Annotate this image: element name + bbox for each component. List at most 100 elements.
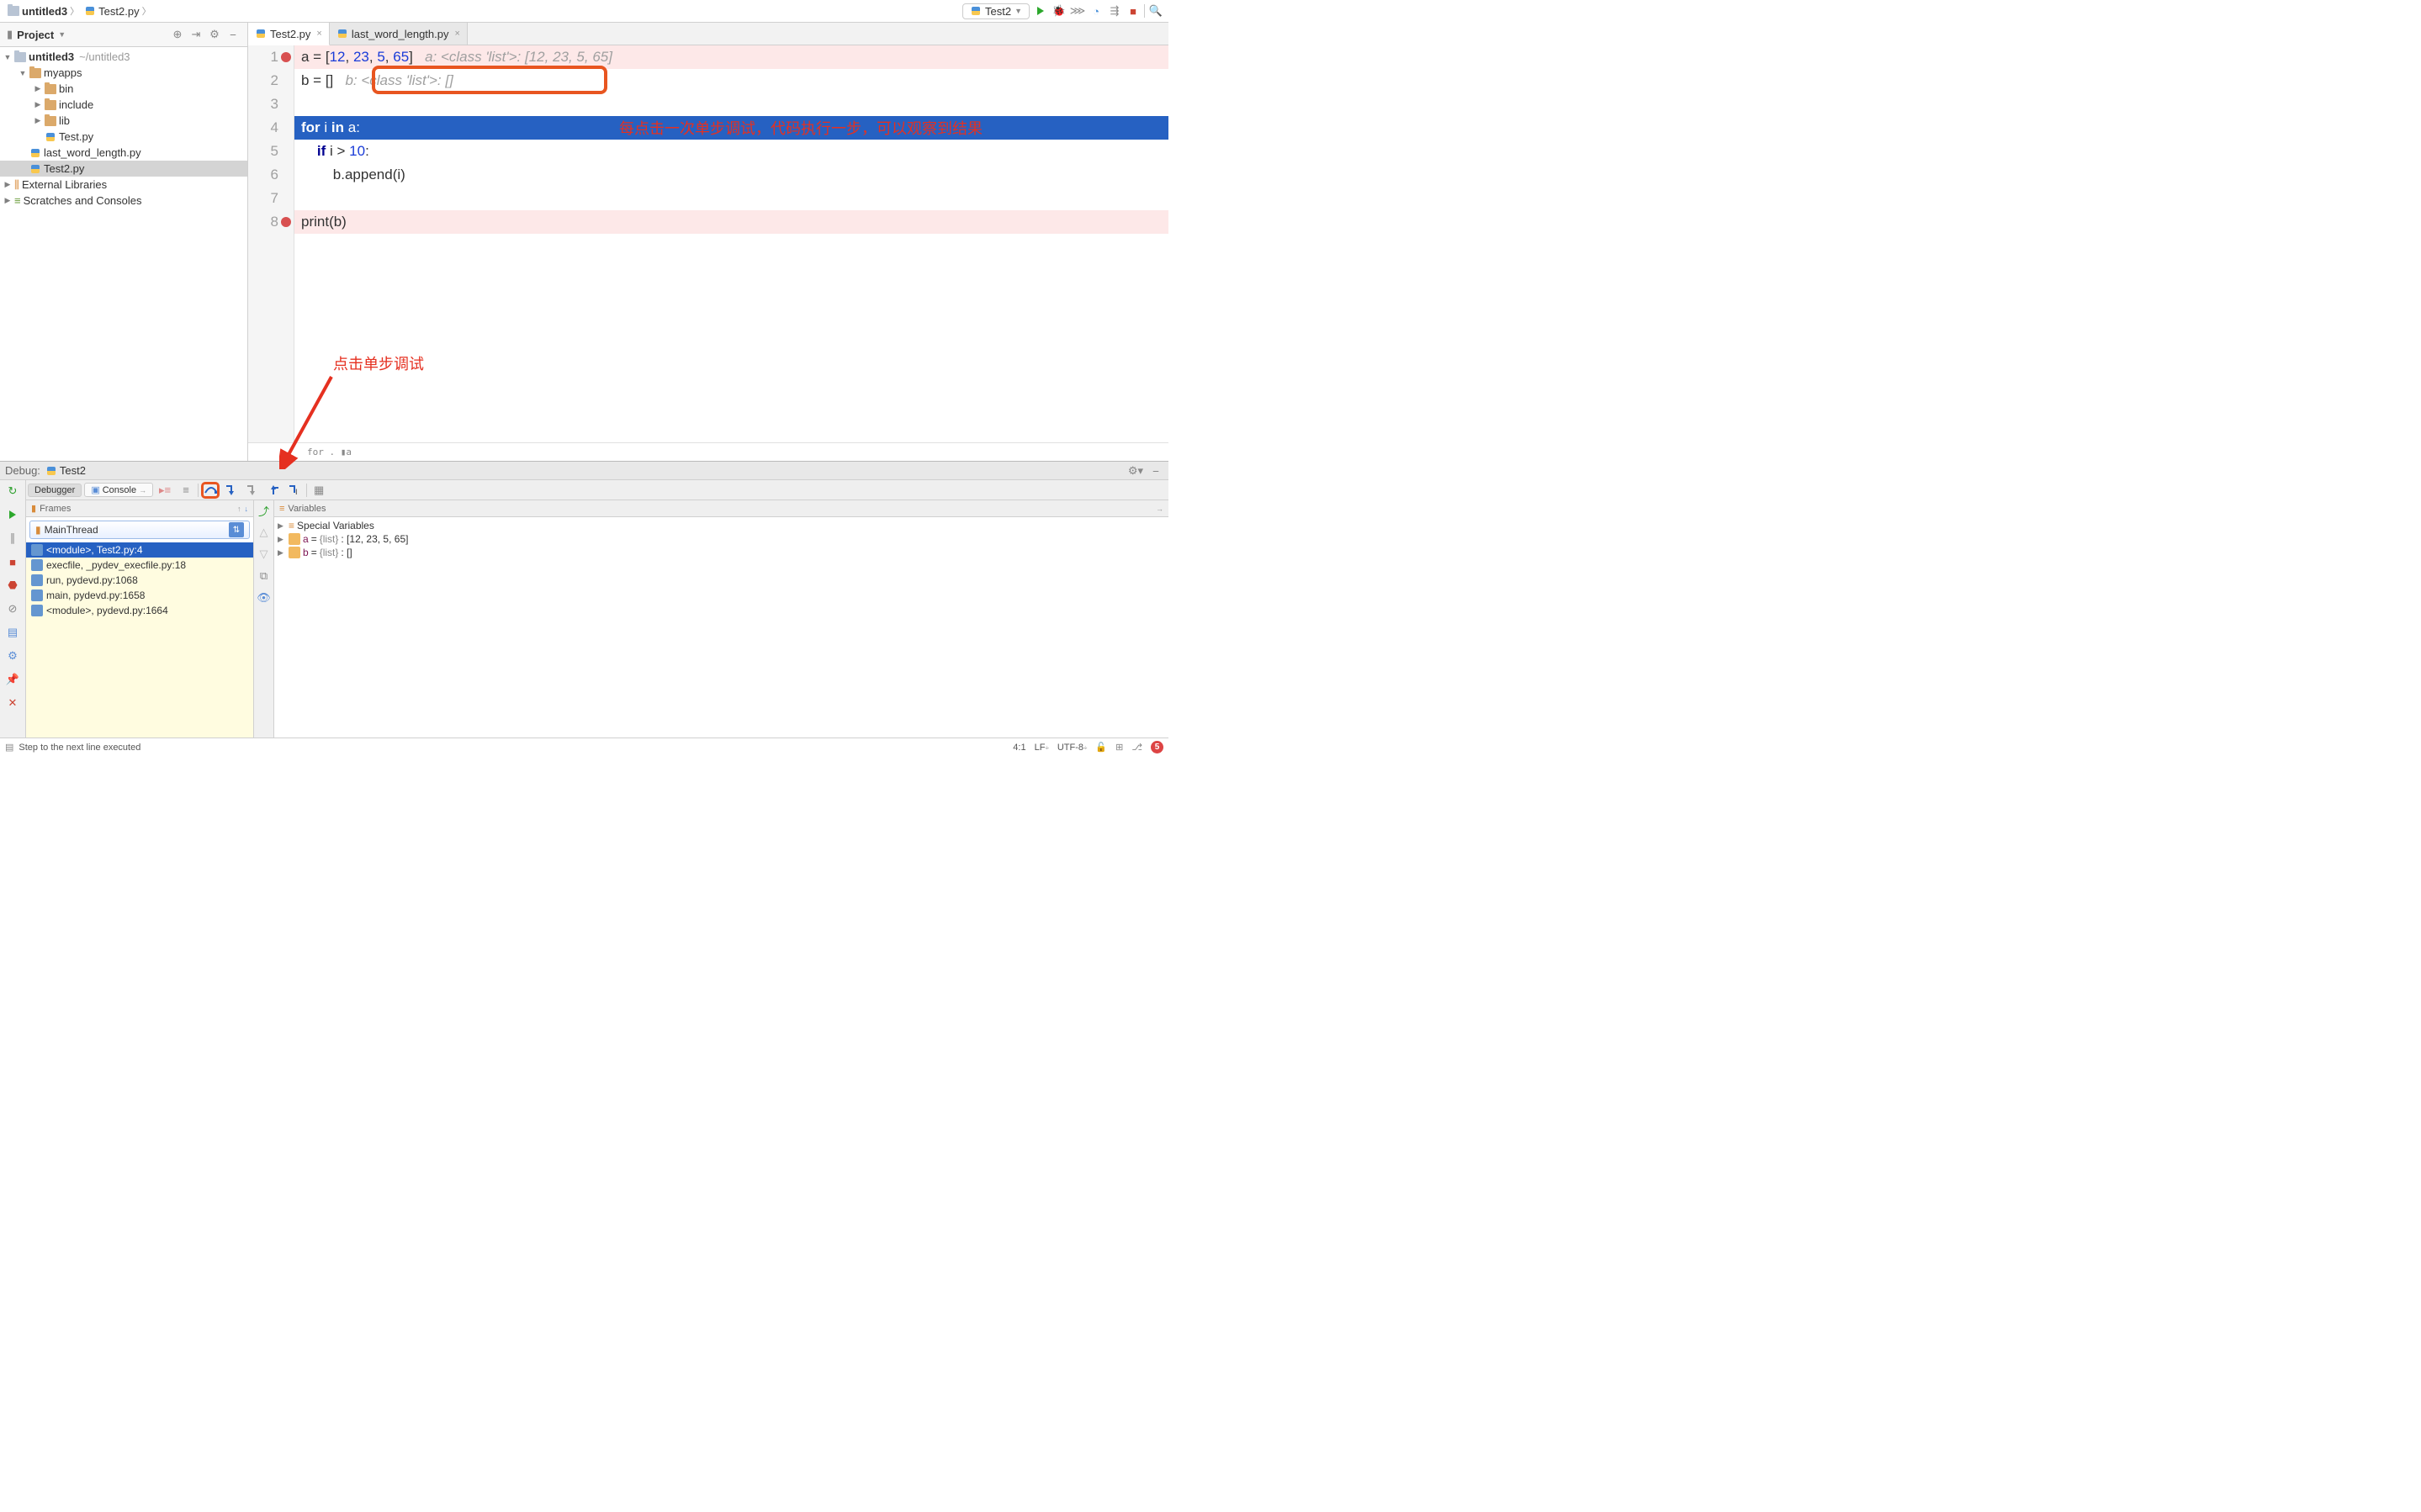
rerun-button[interactable]: ↻	[5, 484, 20, 499]
run-coverage-button[interactable]: ⋙	[1070, 3, 1085, 19]
cursor-position[interactable]: 4:1	[1013, 743, 1025, 753]
step-into-my-code-button[interactable]	[243, 482, 262, 499]
tree-item[interactable]: last_word_length.py	[0, 145, 247, 161]
stack-frame[interactable]: <module>, pydevd.py:1664	[26, 603, 253, 618]
step-over-button[interactable]	[201, 482, 220, 499]
code-line[interactable]: b.append(i)	[294, 163, 1168, 187]
twisty-icon[interactable]: ▶	[34, 84, 42, 93]
lock-icon[interactable]: 🔓	[1095, 742, 1107, 753]
line-number[interactable]: 6	[248, 163, 278, 187]
twisty-icon[interactable]: ▶	[278, 535, 286, 544]
tree-item[interactable]: ▼myapps	[0, 65, 247, 81]
debug-session-name[interactable]: Test2	[45, 464, 86, 477]
twisty-icon[interactable]: ▶	[34, 100, 42, 109]
inspector-icon[interactable]: ⊞	[1115, 742, 1123, 753]
frames-next-button[interactable]: ↓	[245, 505, 249, 513]
scroll-up-button[interactable]: △	[257, 525, 272, 540]
debug-settings-button[interactable]: ⚙▾	[1128, 463, 1143, 478]
notification-badge[interactable]: 5	[1151, 741, 1163, 753]
editor-tab[interactable]: last_word_length.py×	[330, 23, 468, 45]
code-line[interactable]: b = [] b: <class 'list'>: []	[294, 69, 1168, 93]
frames-prev-button[interactable]: ↑	[237, 505, 241, 513]
line-number[interactable]: 7	[248, 187, 278, 210]
console-tab[interactable]: ▣ Console →	[84, 483, 153, 497]
twisty-icon[interactable]: ▶	[278, 548, 286, 558]
stack-frame[interactable]: <module>, Test2.py:4	[26, 542, 253, 558]
collapse-all-button[interactable]: ⇥	[188, 27, 204, 42]
watch-button[interactable]: 👁	[257, 590, 272, 605]
run-button[interactable]	[1033, 3, 1048, 19]
gutter[interactable]: 12345678	[248, 45, 294, 442]
editor-tab[interactable]: Test2.py×	[248, 23, 330, 45]
pause-button[interactable]: ∥	[5, 531, 20, 546]
code-line[interactable]: if i > 10:	[294, 140, 1168, 163]
variable-row[interactable]: ▶ a = {list} : [12, 23, 5, 65]	[278, 532, 1165, 546]
resume-button[interactable]	[5, 507, 20, 522]
close-button[interactable]: ✕	[5, 695, 20, 711]
code-line[interactable]	[294, 93, 1168, 116]
git-branch-icon[interactable]: ⎇	[1131, 742, 1142, 753]
pin-button[interactable]: 📌	[5, 672, 20, 687]
profile-button[interactable]: ◔	[1089, 3, 1104, 19]
tree-item[interactable]: ▶include	[0, 97, 247, 113]
twisty-icon[interactable]: ▶	[3, 180, 12, 189]
debug-button[interactable]: 🐞	[1052, 3, 1067, 19]
run-to-cursor-button[interactable]: I	[285, 482, 304, 499]
line-number[interactable]: 3	[248, 93, 278, 116]
stop-button[interactable]: ■	[5, 554, 20, 569]
code-area[interactable]: 12345678 每点击一次单步调试，代码执行一步，可以观察到结果 点击单步调试…	[248, 45, 1168, 442]
twisty-icon[interactable]: ▶	[278, 521, 286, 531]
settings-gear-button[interactable]: ⚙	[5, 648, 20, 663]
breadcrumb-file[interactable]: Test2.py 〉	[82, 3, 153, 19]
file-encoding[interactable]: UTF-8÷	[1057, 743, 1088, 753]
search-everywhere-button[interactable]: 🔍	[1148, 3, 1163, 19]
locate-button[interactable]: ⊕	[170, 27, 185, 42]
tree-root[interactable]: ▼ untitled3 ~/untitled3	[0, 49, 247, 65]
twisty-icon[interactable]: ▶	[3, 196, 12, 205]
code-line[interactable]	[294, 187, 1168, 210]
code-line[interactable]: for i in a:	[294, 116, 1168, 140]
copy-button[interactable]: ⧉	[257, 568, 272, 584]
line-separator[interactable]: LF÷	[1035, 743, 1049, 753]
tree-item[interactable]: ▶lib	[0, 113, 247, 129]
line-number[interactable]: 1	[248, 45, 278, 69]
twisty-icon[interactable]: ▼	[3, 53, 12, 61]
debugger-tab[interactable]: Debugger	[28, 484, 82, 497]
code-line[interactable]: a = [12, 23, 5, 65] a: <class 'list'>: […	[294, 45, 1168, 69]
tree-item[interactable]: ▶bin	[0, 81, 247, 97]
view-breakpoints-button[interactable]: ⬣	[5, 578, 20, 593]
close-icon[interactable]: ×	[455, 29, 460, 39]
run-config-selector[interactable]: Test2 ▼	[962, 3, 1030, 19]
evaluate-expression-button[interactable]: ▦	[310, 482, 328, 499]
stack-frame[interactable]: run, pydevd.py:1068	[26, 573, 253, 588]
stack-frame[interactable]: main, pydevd.py:1658	[26, 588, 253, 603]
thread-selector[interactable]: ▮ MainThread ⇅	[29, 521, 250, 539]
code-body[interactable]: 每点击一次单步调试，代码执行一步，可以观察到结果 点击单步调试 a = [12,…	[294, 45, 1168, 442]
line-number[interactable]: 4	[248, 116, 278, 140]
breakpoint-icon[interactable]	[281, 52, 291, 62]
attach-button[interactable]: ⇶	[1107, 3, 1122, 19]
chevron-down-icon[interactable]: ▼	[58, 30, 66, 39]
breakpoint-icon[interactable]	[281, 217, 291, 227]
stop-button[interactable]: ■	[1126, 3, 1141, 19]
step-settings-button[interactable]: ≡	[177, 482, 195, 499]
tree-external-libs[interactable]: ▶ ⫼ External Libraries	[0, 177, 247, 193]
mute-breakpoints-button[interactable]: ⊘	[5, 601, 20, 616]
breadcrumb-project[interactable]: untitled3 〉	[5, 3, 82, 19]
show-execution-point-button[interactable]: ▸≡	[156, 482, 174, 499]
variable-row[interactable]: ▶ ≡ Special Variables	[278, 519, 1165, 532]
step-into-button[interactable]	[222, 482, 241, 499]
step-out-button[interactable]	[264, 482, 283, 499]
tree-scratches[interactable]: ▶ ≡ Scratches and Consoles	[0, 193, 247, 209]
editor-breadcrumb[interactable]: for . ▮a	[248, 442, 1168, 461]
settings-button[interactable]: ⚙	[207, 27, 222, 42]
vars-menu-button[interactable]: →	[1156, 505, 1163, 513]
close-icon[interactable]: ×	[316, 29, 321, 39]
stack-frame[interactable]: execfile, _pydev_execfile.py:18	[26, 558, 253, 573]
line-number[interactable]: 2	[248, 69, 278, 93]
twisty-icon[interactable]: ▼	[19, 69, 27, 77]
variable-row[interactable]: ▶ b = {list} : []	[278, 546, 1165, 559]
restore-layout-button[interactable]: ⤴	[257, 503, 272, 518]
scroll-down-button[interactable]: ▽	[257, 547, 272, 562]
line-number[interactable]: 5	[248, 140, 278, 163]
